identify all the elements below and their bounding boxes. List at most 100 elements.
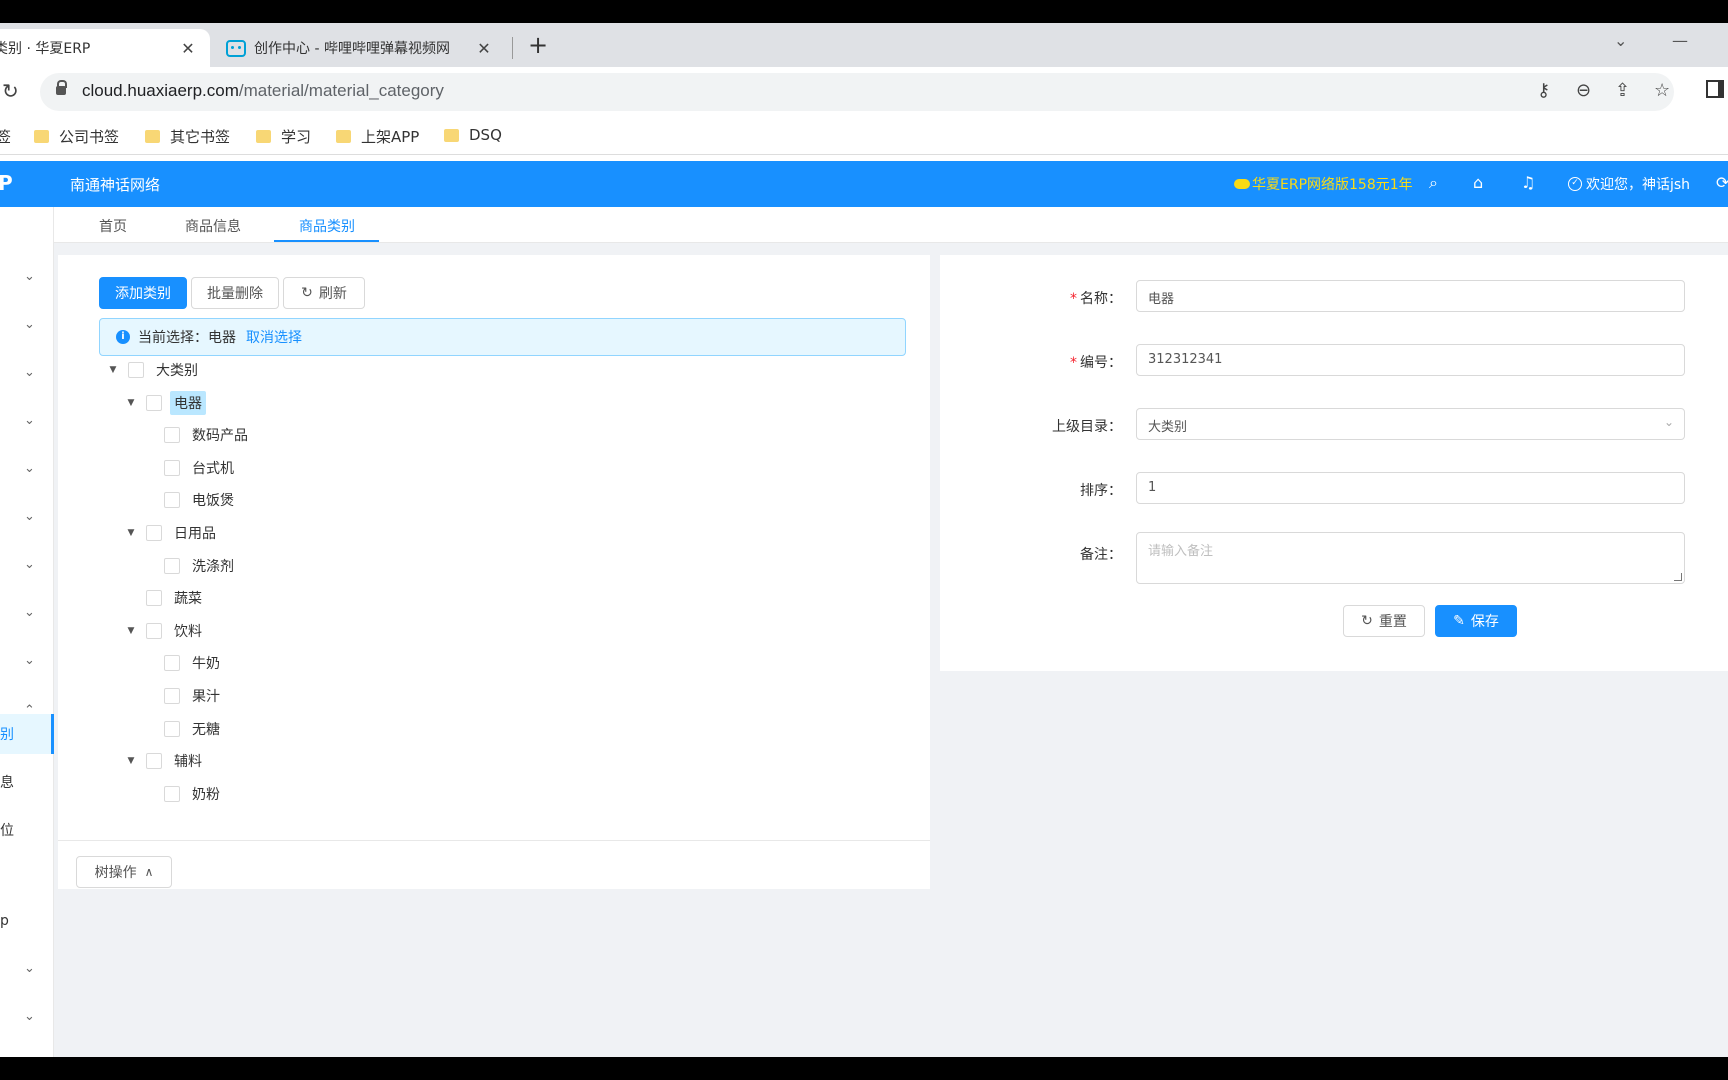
tree-node[interactable]: ▼ 电器: [126, 390, 206, 416]
tree-node[interactable]: ▼蔬菜: [126, 585, 206, 611]
tree-node[interactable]: ▼洗涤剂: [144, 553, 238, 579]
tree-checkbox[interactable]: [146, 622, 162, 639]
tree-checkbox[interactable]: [164, 557, 180, 574]
chevron-down-icon[interactable]: ⌄: [24, 509, 35, 524]
bookmark-folder[interactable]: 学习: [256, 126, 311, 147]
tree-node-label[interactable]: 洗涤剂: [188, 554, 238, 578]
tree-checkbox[interactable]: [128, 362, 144, 378]
bookmark-folder[interactable]: DSQ: [444, 126, 502, 144]
tree-node-label[interactable]: 辅料: [170, 749, 206, 773]
chevron-down-icon[interactable]: ⌄: [24, 961, 35, 976]
search-icon[interactable]: ⌕: [1429, 173, 1438, 193]
caret-down-icon[interactable]: ▼: [126, 756, 136, 766]
tree-ops-button[interactable]: 树操作 ∧: [76, 856, 172, 888]
sidebar-item-category[interactable]: 别: [0, 724, 14, 744]
reload-icon[interactable]: ↻: [2, 79, 19, 103]
close-icon[interactable]: ✕: [474, 39, 494, 58]
chevron-down-icon[interactable]: ⌄: [24, 365, 35, 380]
new-tab-button[interactable]: +: [528, 31, 548, 59]
minimize-icon[interactable]: —: [1672, 31, 1688, 50]
bookmark-item[interactable]: 签: [0, 126, 11, 147]
tree-checkbox[interactable]: [146, 753, 162, 770]
chevron-down-icon[interactable]: ⌄: [24, 653, 35, 668]
tree-checkbox[interactable]: [146, 394, 162, 411]
tree-node-label[interactable]: 大类别: [152, 358, 202, 382]
sidebar-item-unit[interactable]: 位: [0, 820, 14, 840]
tab-product-info[interactable]: 商品信息: [185, 216, 241, 236]
tree-node-label[interactable]: 数码产品: [188, 423, 252, 447]
tree-node[interactable]: ▼奶粉: [144, 781, 224, 807]
tree-checkbox[interactable]: [146, 525, 162, 541]
lock-icon[interactable]: [56, 80, 67, 95]
reset-button[interactable]: ↻ 重置: [1343, 605, 1425, 637]
tree-node-label[interactable]: 蔬菜: [170, 586, 206, 610]
bookmark-folder[interactable]: 公司书签: [34, 126, 119, 147]
browser-tab-active[interactable]: 类别 · 华夏ERP ✕: [0, 29, 210, 67]
tree-checkbox[interactable]: [146, 590, 162, 607]
tree-node-label[interactable]: 果汁: [188, 684, 224, 708]
tree-node[interactable]: ▼电饭煲: [144, 487, 238, 513]
parent-select[interactable]: 大类别 ⌄: [1136, 408, 1685, 440]
star-icon[interactable]: ☆: [1654, 80, 1670, 101]
add-category-button[interactable]: 添加类别: [99, 277, 187, 309]
tree-checkbox[interactable]: [164, 427, 180, 444]
tree-checkbox[interactable]: [164, 720, 180, 737]
tree-node[interactable]: ▼台式机: [144, 455, 238, 481]
bell-icon[interactable]: ♫: [1521, 173, 1535, 192]
remark-textarea[interactable]: 请输入备注: [1136, 532, 1685, 584]
bookmark-folder[interactable]: 上架APP: [336, 126, 419, 147]
caret-down-icon[interactable]: ▼: [126, 398, 136, 408]
tree-node[interactable]: ▼ 大类别: [108, 357, 202, 383]
chevron-down-icon[interactable]: ⌄: [24, 557, 35, 572]
save-button[interactable]: ✎ 保存: [1435, 605, 1517, 637]
tree-node-label[interactable]: 电器: [170, 390, 206, 415]
address-bar[interactable]: cloud.huaxiaerp.com/material/material_ca…: [40, 73, 1674, 111]
app-logo[interactable]: P: [0, 171, 13, 195]
promo-link[interactable]: 华夏ERP网络版158元1年: [1234, 174, 1413, 194]
chevron-down-icon[interactable]: ⌄: [24, 461, 35, 476]
caret-down-icon[interactable]: ▼: [126, 528, 136, 538]
tree-node[interactable]: ▼无糖: [144, 716, 224, 742]
cancel-selection-link[interactable]: 取消选择: [246, 327, 302, 347]
key-icon[interactable]: ⚷: [1537, 80, 1550, 101]
close-icon[interactable]: ✕: [178, 39, 198, 58]
tab-search-icon[interactable]: ⌄: [1614, 31, 1627, 50]
refresh-button[interactable]: ↻ 刷新: [283, 277, 365, 309]
name-field[interactable]: 电器: [1136, 280, 1685, 312]
code-field[interactable]: 312312341: [1136, 344, 1685, 376]
tree-node-label[interactable]: 电饭煲: [188, 488, 238, 512]
caret-down-icon[interactable]: ▼: [126, 626, 136, 636]
chevron-down-icon[interactable]: ⌄: [24, 269, 35, 284]
tree-checkbox[interactable]: [164, 688, 180, 704]
tree-checkbox[interactable]: [164, 492, 180, 509]
batch-delete-button[interactable]: 批量删除: [191, 277, 279, 309]
url-text[interactable]: cloud.huaxiaerp.com/material/material_ca…: [82, 81, 444, 101]
chevron-down-icon[interactable]: ⌄: [24, 605, 35, 620]
chevron-down-icon[interactable]: ⌄: [24, 1009, 35, 1024]
sort-field[interactable]: 1: [1136, 472, 1685, 504]
tree-node[interactable]: ▼果汁: [144, 683, 224, 709]
resize-handle-icon[interactable]: [1674, 573, 1682, 581]
browser-tab-bilibili[interactable]: 创作中心 - 哔哩哔哩弹幕视频网 ✕: [214, 29, 506, 67]
chevron-down-icon[interactable]: ⌄: [24, 317, 35, 332]
tree-node[interactable]: ▼ 饮料: [126, 618, 206, 644]
caret-down-icon[interactable]: ▼: [108, 365, 118, 375]
tree-node[interactable]: ▼数码产品: [144, 422, 252, 448]
tree-node[interactable]: ▼牛奶: [144, 650, 224, 676]
tree-node-label[interactable]: 牛奶: [188, 651, 224, 675]
share-icon[interactable]: ⇪: [1615, 80, 1630, 101]
tree-node[interactable]: ▼ 日用品: [126, 520, 220, 546]
tree-node-label[interactable]: 无糖: [188, 717, 224, 741]
tree-node-label[interactable]: 奶粉: [188, 782, 224, 806]
tree-node-label[interactable]: 日用品: [170, 521, 220, 545]
tree-checkbox[interactable]: [164, 459, 180, 476]
bookmark-folder[interactable]: 其它书签: [145, 126, 230, 147]
tree-checkbox[interactable]: [164, 655, 180, 672]
zoom-icon[interactable]: ⊖: [1576, 80, 1591, 101]
user-menu[interactable]: ✓ 欢迎您，神话jsh: [1568, 174, 1690, 194]
tree-node-label[interactable]: 饮料: [170, 619, 206, 643]
tree-checkbox[interactable]: [164, 785, 180, 802]
bank-icon[interactable]: ⌂: [1473, 173, 1483, 192]
tree-node-label[interactable]: 台式机: [188, 456, 238, 480]
sidepanel-icon[interactable]: [1706, 80, 1724, 98]
